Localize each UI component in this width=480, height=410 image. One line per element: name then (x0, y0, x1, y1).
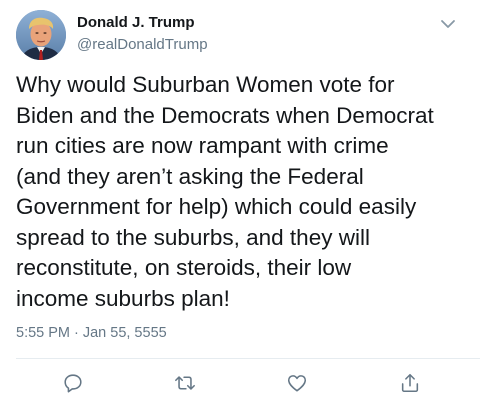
tweet-time: 5:55 PM (16, 325, 70, 341)
tweet-text-line: Why would Suburban Women vote for (16, 72, 395, 97)
tweet-text-line: run cities are now rampant with crime (16, 133, 389, 158)
tweet-text-line: reconstitute, on steroids, their low (16, 255, 352, 280)
tweet-text-line: income suburbs plan! (16, 285, 230, 311)
tweet-text: Why would Suburban Women vote for Biden … (16, 70, 476, 314)
chevron-down-icon[interactable] (436, 14, 460, 34)
tweet-text-line: (and they aren’t asking the Federal (16, 163, 364, 189)
tweet-text-line: Government for help) which could easily (16, 194, 417, 219)
author-display-name[interactable]: Donald J. Trump (77, 14, 195, 31)
tweet-text-line: spread to the suburbs, and they will (16, 224, 370, 250)
author-handle[interactable]: @realDonaldTrump (77, 36, 208, 53)
heart-icon[interactable] (284, 370, 310, 396)
avatar[interactable] (16, 10, 66, 60)
retweet-icon[interactable] (172, 370, 198, 396)
tweet-card: Donald J. Trump @realDonaldTrump Why wou… (0, 0, 480, 410)
tweet-text-line: Biden and the Democrats when Democrat (16, 102, 434, 128)
divider (16, 358, 480, 359)
meta-separator: · (74, 325, 79, 341)
tweet-timestamp[interactable]: 5:55 PM · Jan 55, 5555 (16, 325, 167, 341)
share-icon[interactable] (397, 370, 423, 396)
reply-icon[interactable] (60, 370, 86, 396)
tweet-date: Jan 55, 5555 (82, 325, 167, 341)
